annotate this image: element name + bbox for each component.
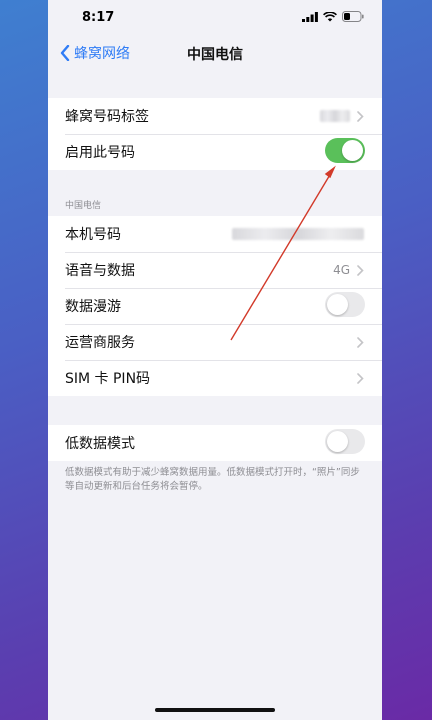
- annotation-arrow-line: [230, 167, 335, 341]
- annotation-arrow-head: [324, 165, 336, 179]
- annotation-arrow: [230, 165, 336, 341]
